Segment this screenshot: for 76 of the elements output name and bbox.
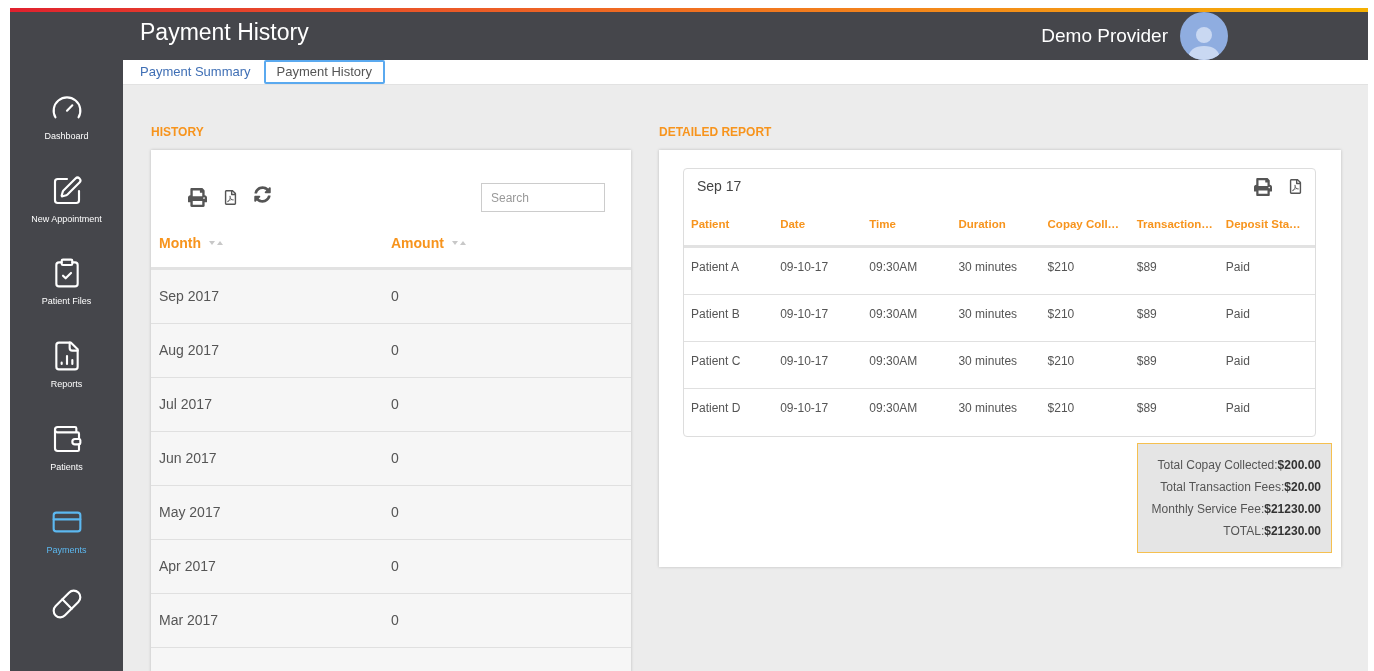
table-cell-text: Paid [1225,258,1251,276]
table-cell-text: 30 minutes [958,352,1019,370]
table-cell-text: 0 [391,394,400,414]
column-header[interactable]: Month [159,232,201,254]
table-cell-text: May 2017 [159,502,222,522]
table-cell-text: 09-10-17 [780,258,830,276]
table-cell-text: 30 minutes [958,258,1019,276]
table-cell-text: $210 [1047,352,1076,370]
pdf-icon[interactable] [223,190,238,205]
print-icon[interactable] [1254,177,1272,196]
column-header[interactable]: Time [869,215,959,234]
table-cell-text: 0 [391,448,400,468]
column-header[interactable]: Duration [958,215,1048,234]
table-cell-text: 0 [391,610,400,630]
sidebar-item[interactable]: Patient Files [10,257,123,341]
sidebar-item[interactable]: Patients [10,422,123,506]
column-header[interactable]: Date [780,215,870,234]
sidebar-item[interactable]: Dashboard [10,92,123,175]
table-cell-text: 0 [391,556,400,576]
column-header[interactable]: Deposit Sta… [1225,215,1315,234]
avatar-icon[interactable] [1180,12,1228,60]
table-cell-text: 09:30AM [869,258,919,276]
table-cell-text: Aug 2017 [159,340,220,360]
column-header[interactable]: Amount [391,232,444,254]
section-title: HISTORY [151,123,205,141]
table-cell-text: $89 [1136,399,1158,417]
table-cell-text: Paid [1225,352,1251,370]
table-cell-text: Sep 2017 [159,286,220,306]
table-cell-text: Patient D [691,399,742,417]
table-cell-text: 0 [391,340,400,360]
table-cell-text: $210 [1047,399,1076,417]
table-cell-text: 0 [391,286,400,306]
table-cell-text: Paid [1225,399,1251,417]
table-cell-text: 30 minutes [958,305,1019,323]
total-line: Total Copay Collected:$200.00 [1157,456,1321,474]
table-cell-text: 09:30AM [869,305,919,323]
tab[interactable]: Payment History [263,60,385,84]
report-period: Sep 17 [697,177,742,196]
sidebar-item[interactable]: New Appointment [10,174,123,258]
table-cell-text: 09-10-17 [780,305,830,323]
table-cell-text: 09:30AM [869,399,919,417]
column-header[interactable]: Copay Coll… [1047,215,1137,234]
table-cell-text: Jun 2017 [159,448,218,468]
table-cell-text: $89 [1136,305,1158,323]
total-line: TOTAL:$21230.00 [1223,522,1321,540]
table-cell-text: Patient B [691,305,741,323]
table-cell-text: 09:30AM [869,352,919,370]
pill-icon [50,588,83,621]
column-header[interactable]: Patient [691,215,781,234]
page-title: Payment History [140,17,309,47]
table-cell-text: $89 [1136,258,1158,276]
table-cell-text: Jul 2017 [159,394,213,414]
sidebar-item[interactable]: Reports [10,340,123,423]
pdf-icon[interactable] [1288,179,1303,194]
table-cell-text: Apr 2017 [159,556,217,576]
table-cell-text: 0 [391,502,400,522]
table-cell-text: $89 [1136,352,1158,370]
column-header[interactable]: Transaction… [1136,215,1226,234]
table-cell-text: 09-10-17 [780,352,830,370]
print-icon[interactable] [188,188,207,207]
search-field[interactable]: Search [481,183,605,212]
table-cell-text: $210 [1047,258,1076,276]
section-title: DETAILED REPORT [659,123,773,141]
user-name: Demo Provider [1041,23,1168,48]
table-cell-text: 30 minutes [958,399,1019,417]
total-line: Monthly Service Fee:$21230.00 [1151,500,1321,518]
refresh-icon[interactable] [254,186,271,203]
table-cell-text: Patient C [691,352,742,370]
tab[interactable]: Payment Summary [127,60,264,84]
total-line: Total Transaction Fees:$20.00 [1160,478,1321,496]
table-cell-text: Mar 2017 [159,610,220,630]
table-cell-text: $210 [1047,305,1076,323]
table-cell-text: 09-10-17 [780,399,830,417]
table-cell-text: Paid [1225,305,1251,323]
sidebar-item[interactable]: Payments [10,505,123,589]
table-cell-text: Patient A [691,258,741,276]
